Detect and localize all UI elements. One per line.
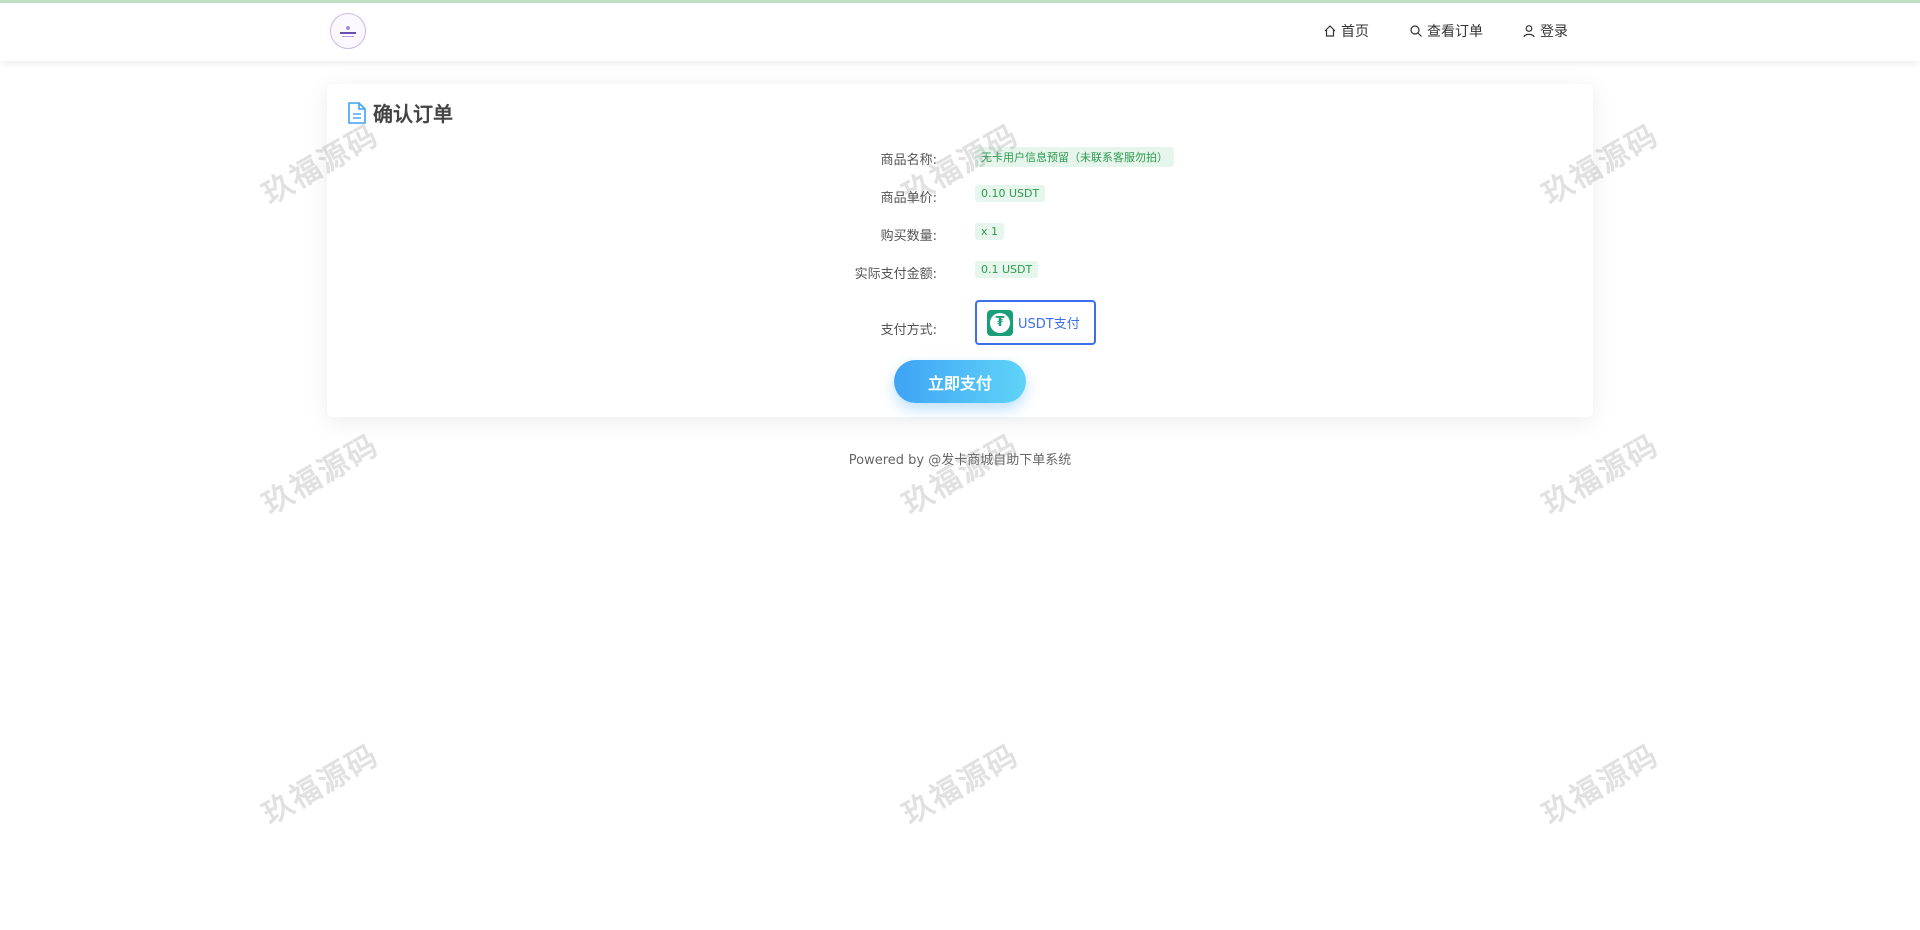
- unit-price-value: 0.10 USDT: [975, 185, 1046, 202]
- quantity-value: x 1: [975, 223, 1005, 240]
- total-label: 实际支付金额:: [854, 267, 937, 282]
- row-pay-method: 支付方式:: [0, 316, 1920, 340]
- row-total: 实际支付金额: 0.1 USDT: [0, 260, 1920, 284]
- search-icon: [1410, 25, 1422, 37]
- row-quantity: 购买数量: x 1: [0, 222, 1920, 246]
- user-icon: [1523, 25, 1535, 38]
- page-title: 确认订单: [373, 102, 453, 126]
- watermark: 玖福源码: [896, 737, 1025, 833]
- total-value: 0.1 USDT: [975, 261, 1039, 278]
- pay-now-button[interactable]: 立即支付: [894, 360, 1026, 403]
- watermark: 玖福源码: [256, 427, 385, 523]
- nav-orders-label: 查看订单: [1427, 24, 1483, 40]
- navbar: 首页 查看订单 登录: [0, 3, 1920, 61]
- home-icon: [1324, 25, 1336, 37]
- nav-home[interactable]: 首页: [1323, 21, 1369, 41]
- usdt-pay-option[interactable]: ₮ USDT支付: [975, 300, 1096, 345]
- watermark: 玖福源码: [1536, 427, 1665, 523]
- pay-method-value: USDT支付: [1018, 317, 1080, 332]
- site-logo[interactable]: [330, 13, 366, 49]
- watermark: 玖福源码: [1536, 737, 1665, 833]
- tether-icon: ₮: [987, 309, 1013, 336]
- watermark: 玖福源码: [256, 737, 385, 833]
- nav-home-label: 首页: [1341, 24, 1369, 40]
- watermark: 玖福源码: [896, 427, 1025, 523]
- nav-login-label: 登录: [1540, 24, 1568, 40]
- nav-orders[interactable]: 查看订单: [1409, 21, 1483, 41]
- pay-method-label: 支付方式:: [880, 323, 937, 338]
- nav-login[interactable]: 登录: [1522, 21, 1568, 41]
- quantity-label: 购买数量:: [880, 229, 937, 244]
